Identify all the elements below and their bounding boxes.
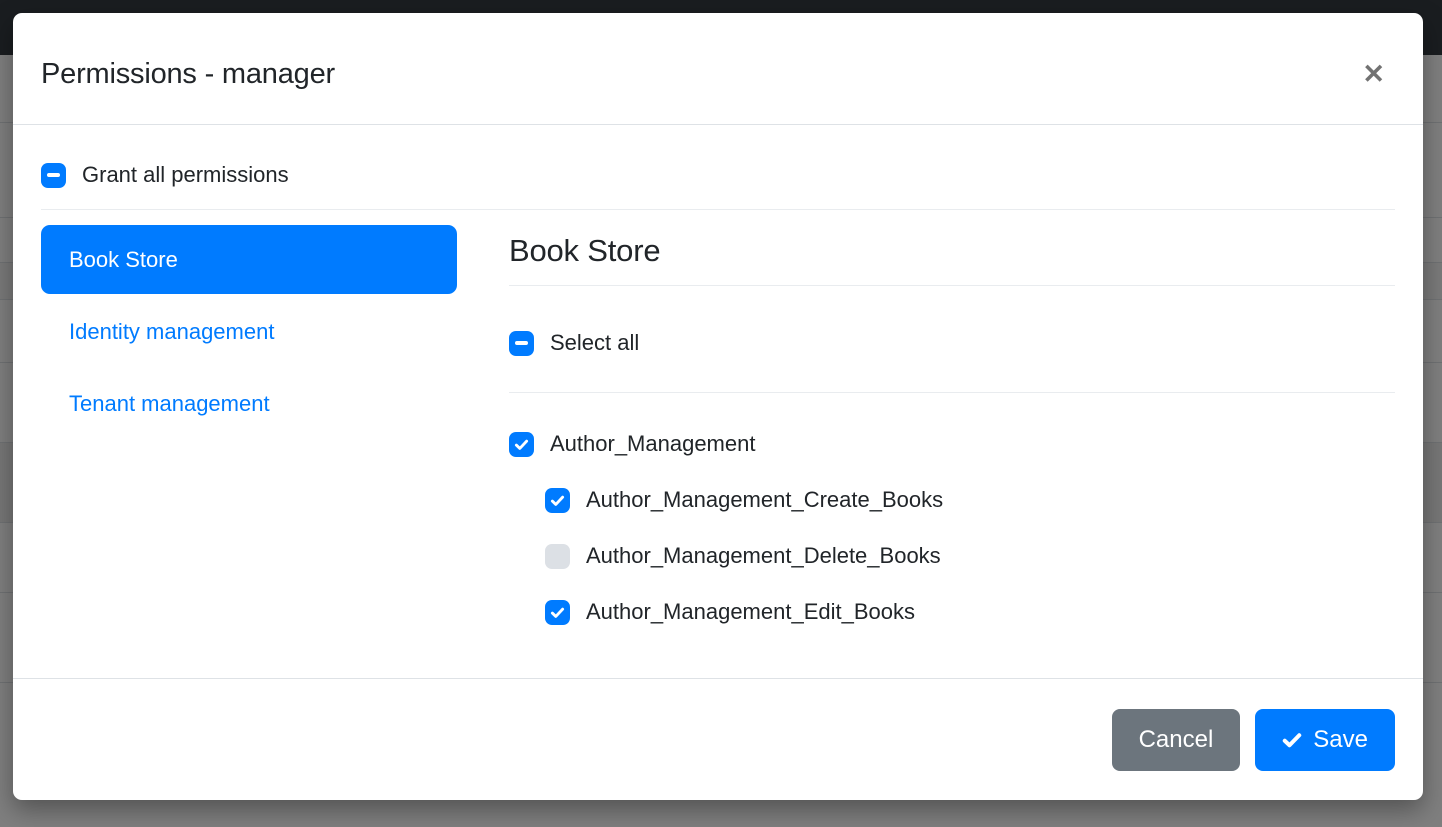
permission-label: Author_Management xyxy=(550,431,755,457)
grant-all-label: Grant all permissions xyxy=(82,162,289,188)
permission-row-author-management-edit-books[interactable]: Author_Management_Edit_Books xyxy=(545,599,1395,625)
cancel-button[interactable]: Cancel xyxy=(1112,709,1241,771)
divider xyxy=(41,209,1395,210)
permission-checkbox-author-management-delete-books[interactable] xyxy=(545,544,570,569)
permission-label: Author_Management_Create_Books xyxy=(586,487,943,513)
permission-checkbox-author-management-edit-books[interactable] xyxy=(545,600,570,625)
permission-checkbox-author-management[interactable] xyxy=(509,432,534,457)
grant-all-permissions-checkbox-row[interactable]: Grant all permissions xyxy=(41,162,1395,188)
permission-label: Author_Management_Edit_Books xyxy=(586,599,915,625)
divider xyxy=(509,392,1395,393)
grant-all-checkbox[interactable] xyxy=(41,163,66,188)
permission-checkbox-author-management-create-books[interactable] xyxy=(545,488,570,513)
close-icon: ✕ xyxy=(1362,59,1385,89)
select-all-label: Select all xyxy=(550,330,639,356)
tab-identity-management[interactable]: Identity management xyxy=(41,297,457,366)
modal-footer: Cancel Save xyxy=(13,678,1423,800)
permissions-columns: Book StoreIdentity managementTenant mana… xyxy=(41,225,1395,655)
permission-group-heading: Book Store xyxy=(509,225,1395,285)
permission-group-panel: Book Store Select all Author_ManagementA… xyxy=(509,225,1395,655)
tab-tenant-management[interactable]: Tenant management xyxy=(41,369,457,438)
save-button[interactable]: Save xyxy=(1255,709,1395,771)
close-button[interactable]: ✕ xyxy=(1354,57,1393,92)
select-all-checkbox[interactable] xyxy=(509,331,534,356)
permission-row-author-management-create-books[interactable]: Author_Management_Create_Books xyxy=(545,487,1395,513)
permission-label: Author_Management_Delete_Books xyxy=(586,543,941,569)
permission-row-author-management-delete-books[interactable]: Author_Management_Delete_Books xyxy=(545,543,1395,569)
save-label: Save xyxy=(1313,726,1368,754)
modal-body: Grant all permissions Book StoreIdentity… xyxy=(13,125,1423,678)
permissions-modal: Permissions - manager ✕ Grant all permis… xyxy=(13,13,1423,800)
permission-group-tabs: Book StoreIdentity managementTenant mana… xyxy=(41,225,457,655)
screen: Permissions - manager ✕ Grant all permis… xyxy=(0,0,1442,827)
check-icon xyxy=(1282,730,1302,750)
divider xyxy=(509,285,1395,286)
tab-book-store[interactable]: Book Store xyxy=(41,225,457,294)
select-all-checkbox-row[interactable]: Select all xyxy=(509,330,1395,356)
modal-header: Permissions - manager ✕ xyxy=(13,13,1423,125)
modal-title: Permissions - manager xyxy=(41,58,335,91)
permission-list: Author_Management Author_Management_Creat… xyxy=(509,431,1395,625)
permission-row-author-management[interactable]: Author_Management xyxy=(509,431,1395,457)
